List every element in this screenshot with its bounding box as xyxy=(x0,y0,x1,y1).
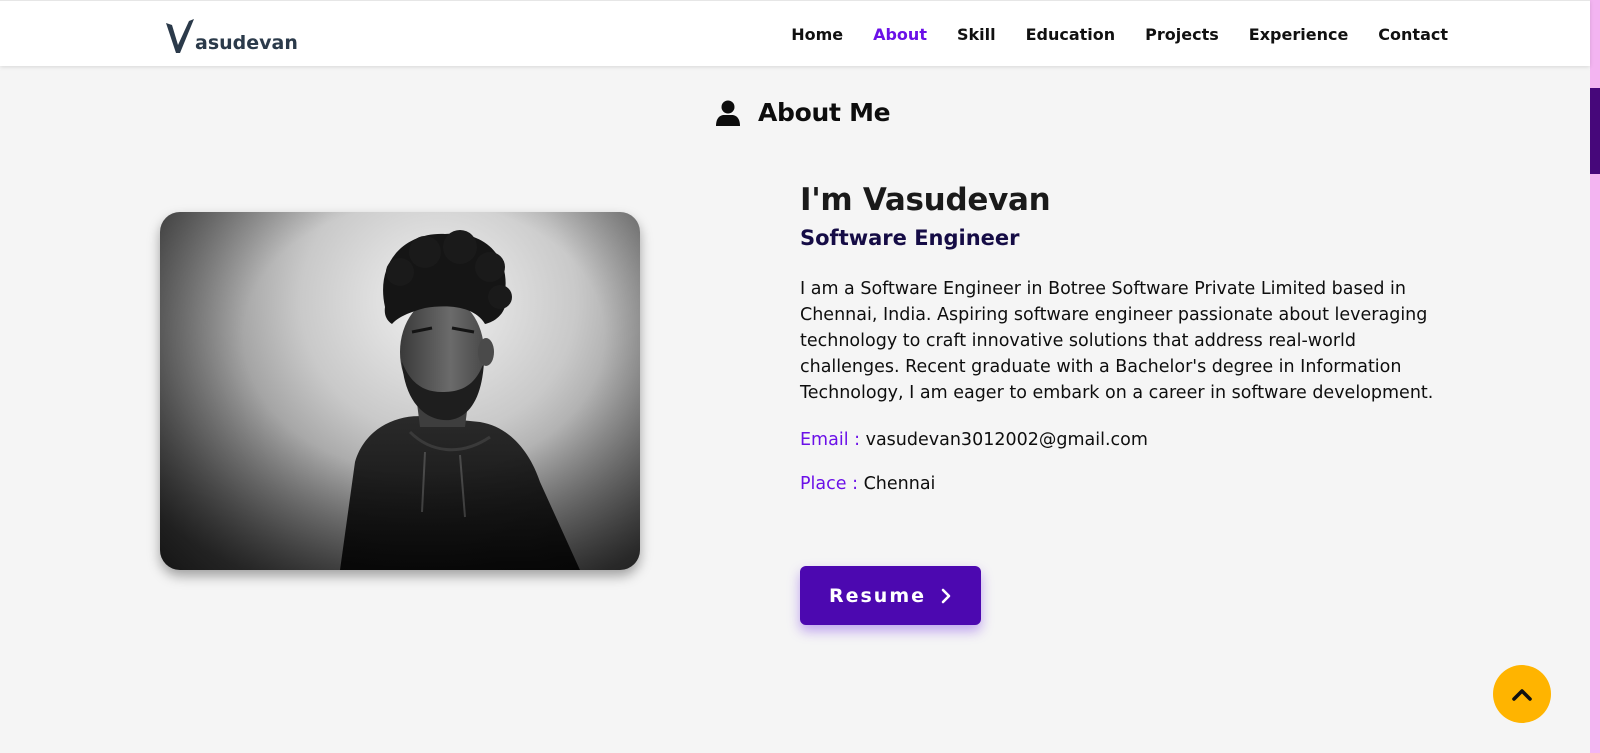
email-row: Email : vasudevan3012002@gmail.com xyxy=(800,430,1440,450)
resume-button[interactable]: Resume xyxy=(800,566,981,625)
nav-item-skill[interactable]: Skill xyxy=(957,25,996,44)
main-nav: Home About Skill Education Projects Expe… xyxy=(761,1,1448,67)
logo-v-icon xyxy=(166,19,194,53)
about-content: I'm Vasudevan Software Engineer I am a S… xyxy=(800,182,1440,494)
chevron-up-icon xyxy=(1512,689,1532,701)
resume-button-label: Resume xyxy=(828,584,927,607)
chevron-right-icon xyxy=(941,588,951,603)
nav-item-home[interactable]: Home xyxy=(791,25,843,44)
user-icon xyxy=(716,100,740,126)
brand-logo[interactable]: asudevan xyxy=(164,15,298,55)
section-heading: About Me xyxy=(716,98,891,127)
nav-item-contact[interactable]: Contact xyxy=(1378,25,1448,44)
scrollbar-thumb[interactable] xyxy=(1590,88,1600,174)
place-row: Place : Chennai xyxy=(800,474,1440,494)
profile-photo xyxy=(160,212,640,570)
nav-item-about[interactable]: About xyxy=(873,25,927,44)
place-label: Place : xyxy=(800,474,858,494)
section-title: About Me xyxy=(758,98,891,127)
place-value: Chennai xyxy=(863,474,936,494)
email-value: vasudevan3012002@gmail.com xyxy=(865,430,1148,450)
brand-logo-text: asudevan xyxy=(195,32,298,54)
scrollbar[interactable] xyxy=(1590,0,1600,753)
about-name: I'm Vasudevan xyxy=(800,182,1051,218)
navbar: asudevan Home About Skill Education Proj… xyxy=(0,0,1590,66)
about-bio: I am a Software Engineer in Botree Softw… xyxy=(800,279,1434,403)
nav-item-education[interactable]: Education xyxy=(1026,25,1116,44)
nav-item-experience[interactable]: Experience xyxy=(1249,25,1349,44)
nav-item-projects[interactable]: Projects xyxy=(1145,25,1219,44)
email-label: Email : xyxy=(800,430,861,450)
about-role: Software Engineer xyxy=(800,226,1020,250)
scroll-to-top-button[interactable] xyxy=(1493,665,1551,723)
